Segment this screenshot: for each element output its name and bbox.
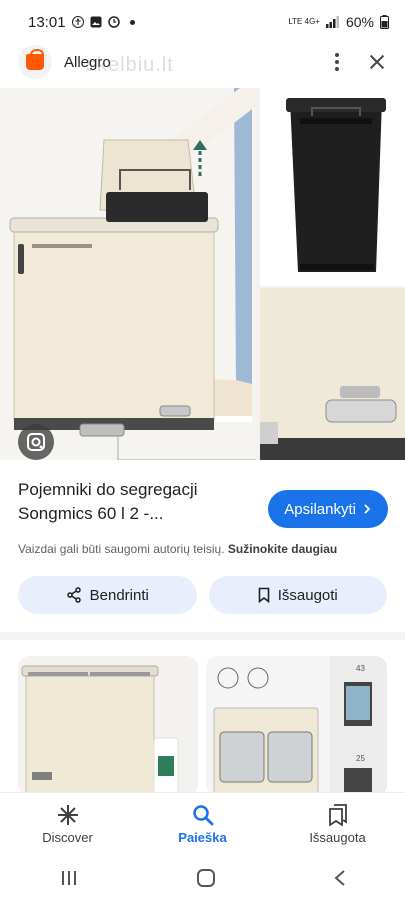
network-type: LTE 4G+ <box>288 17 320 26</box>
close-icon[interactable] <box>367 52 387 72</box>
status-bar: 13:01 LTE 4G+ 60% <box>0 0 405 44</box>
allegro-logo-icon <box>18 45 52 79</box>
nav-saved[interactable]: Išsaugota <box>288 804 388 845</box>
copyright-notice: Vaizdai gali būti saugomi autorių teisių… <box>18 542 337 556</box>
action-buttons: Bendrinti Išsaugoti <box>18 576 387 614</box>
result-image[interactable] <box>0 88 405 460</box>
more-options-icon[interactable] <box>331 49 343 75</box>
status-time: 13:01 <box>28 13 66 31</box>
related-badge: 43 <box>356 664 365 673</box>
save-button[interactable]: Išsaugoti <box>208 576 387 614</box>
sync-icon <box>107 16 120 28</box>
battery-percent: 60% <box>345 14 374 30</box>
notification-dot <box>129 19 135 25</box>
hero-bucket-photo <box>260 88 405 286</box>
nav-saved-label: Išsaugota <box>309 830 366 845</box>
nav-search[interactable]: Paieška <box>153 804 253 845</box>
result-header: Allegro <box>0 40 405 84</box>
watermark: skelbiu.lt <box>86 54 174 76</box>
result-title[interactable]: Pojemniki do segregacji Songmics 60 l 2 … <box>18 478 238 526</box>
nav-search-label: Paieška <box>178 830 227 845</box>
back-icon[interactable] <box>333 869 347 887</box>
hero-pedal-photo <box>260 288 405 460</box>
related-result-card[interactable]: 43 25 <box>206 656 387 796</box>
result-details: Pojemniki do segregacji Songmics 60 l 2 … <box>18 478 388 528</box>
asterisk-icon <box>57 805 78 825</box>
battery-icon <box>380 15 389 29</box>
status-left: 13:01 <box>28 14 135 31</box>
visit-button[interactable]: Apsilankyti <box>268 490 388 528</box>
nav-discover[interactable]: Discover <box>18 804 118 845</box>
related-result-card[interactable] <box>18 656 198 796</box>
hero-main-photo <box>0 88 256 460</box>
gallery-icon <box>90 16 102 28</box>
home-icon[interactable] <box>196 868 216 888</box>
related-results: 43 25 <box>18 656 387 796</box>
accessibility-icon <box>71 16 84 28</box>
section-divider <box>0 632 405 640</box>
bookmark-icon <box>258 587 270 603</box>
signal-icon <box>325 16 339 28</box>
share-icon <box>66 587 81 603</box>
status-right: LTE 4G+ 60% <box>288 14 389 30</box>
save-label: Išsaugoti <box>277 586 338 604</box>
bookmarks-icon <box>328 804 347 826</box>
nav-discover-label: Discover <box>42 830 93 845</box>
learn-more-link[interactable]: Sužinokite daugiau <box>228 542 337 556</box>
copyright-text: Vaizdai gali būti saugomi autorių teisių… <box>18 542 225 556</box>
visit-label: Apsilankyti <box>284 500 356 518</box>
system-navigation <box>0 856 405 900</box>
share-label: Bendrinti <box>89 586 149 604</box>
chevron-right-icon <box>364 504 371 514</box>
recent-apps-icon[interactable] <box>59 870 79 886</box>
search-icon <box>192 805 213 826</box>
google-lens-icon[interactable] <box>18 424 54 460</box>
share-button[interactable]: Bendrinti <box>18 576 197 614</box>
bottom-navigation: Discover Paieška Išsaugota <box>0 792 405 856</box>
related-badge: 25 <box>356 754 365 763</box>
header-actions <box>331 49 387 75</box>
